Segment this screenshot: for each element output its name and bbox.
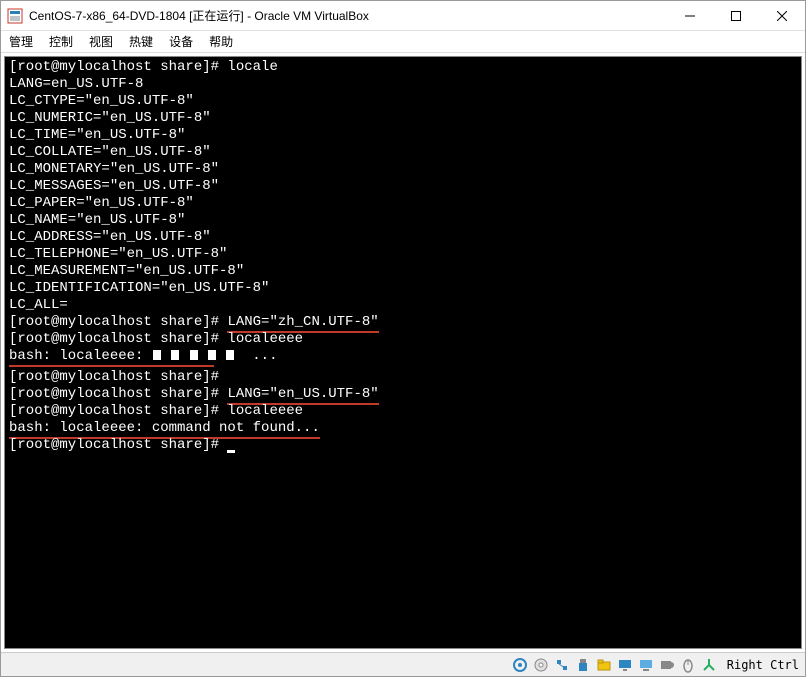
- titlebar[interactable]: CentOS-7-x86_64-DVD-1804 [正在运行] - Oracle…: [1, 1, 805, 31]
- menu-view[interactable]: 视图: [89, 33, 113, 50]
- host-key-indicator: Right Ctrl: [727, 658, 799, 672]
- terminal-line: [root@mylocalhost share]# locale: [9, 59, 797, 76]
- terminal-line: [root@mylocalhost share]# LANG="en_US.UT…: [9, 386, 797, 403]
- terminal-line: [root@mylocalhost share]# LANG="zh_CN.UT…: [9, 314, 797, 331]
- terminal-line: [root@mylocalhost share]#: [9, 369, 797, 386]
- terminal-line: LC_MONETARY="en_US.UTF-8": [9, 161, 797, 178]
- terminal-line: LC_PAPER="en_US.UTF-8": [9, 195, 797, 212]
- terminal[interactable]: [root@mylocalhost share]# localeLANG=en_…: [4, 56, 802, 649]
- terminal-line: LC_TELEPHONE="en_US.UTF-8": [9, 246, 797, 263]
- terminal-line: bash: localeeee: command not found...: [9, 420, 797, 437]
- terminal-line: LC_MEASUREMENT="en_US.UTF-8": [9, 263, 797, 280]
- window-title: CentOS-7-x86_64-DVD-1804 [正在运行] - Oracle…: [29, 7, 667, 24]
- menu-help[interactable]: 帮助: [209, 33, 233, 50]
- terminal-line: LC_ADDRESS="en_US.UTF-8": [9, 229, 797, 246]
- keyboard-icon[interactable]: [700, 657, 718, 673]
- terminal-line: LC_NUMERIC="en_US.UTF-8": [9, 110, 797, 127]
- terminal-line: LC_TIME="en_US.UTF-8": [9, 127, 797, 144]
- display-icon[interactable]: [616, 657, 634, 673]
- terminal-line: LANG=en_US.UTF-8: [9, 76, 797, 93]
- window-controls: [667, 1, 805, 30]
- network-icon[interactable]: [553, 657, 571, 673]
- app-icon: [7, 8, 23, 24]
- terminal-line: LC_ALL=: [9, 297, 797, 314]
- menu-hotkeys[interactable]: 热键: [129, 33, 153, 50]
- terminal-line: LC_CTYPE="en_US.UTF-8": [9, 93, 797, 110]
- menubar: 管理 控制 视图 热键 设备 帮助: [1, 31, 805, 53]
- terminal-line: [root@mylocalhost share]# localeeee: [9, 331, 797, 348]
- terminal-line: LC_IDENTIFICATION="en_US.UTF-8": [9, 280, 797, 297]
- mouse-icon[interactable]: [679, 657, 697, 673]
- cd-icon[interactable]: [532, 657, 550, 673]
- virtualbox-window: CentOS-7-x86_64-DVD-1804 [正在运行] - Oracle…: [0, 0, 806, 677]
- disc-icon[interactable]: [511, 657, 529, 673]
- terminal-line: bash: localeeee: ...: [9, 348, 797, 365]
- terminal-line: LC_COLLATE="en_US.UTF-8": [9, 144, 797, 161]
- usb-icon[interactable]: [574, 657, 592, 673]
- shared-folder-icon[interactable]: [595, 657, 613, 673]
- minimize-button[interactable]: [667, 1, 713, 30]
- audio-icon[interactable]: [637, 657, 655, 673]
- menu-devices[interactable]: 设备: [169, 33, 193, 50]
- terminal-line: LC_MESSAGES="en_US.UTF-8": [9, 178, 797, 195]
- close-button[interactable]: [759, 1, 805, 30]
- terminal-line: [root@mylocalhost share]#: [9, 437, 797, 454]
- menu-control[interactable]: 控制: [49, 33, 73, 50]
- menu-manage[interactable]: 管理: [9, 33, 33, 50]
- terminal-line: [root@mylocalhost share]# localeeee: [9, 403, 797, 420]
- maximize-button[interactable]: [713, 1, 759, 30]
- terminal-line: LC_NAME="en_US.UTF-8": [9, 212, 797, 229]
- statusbar: Right Ctrl: [1, 652, 805, 676]
- record-icon[interactable]: [658, 657, 676, 673]
